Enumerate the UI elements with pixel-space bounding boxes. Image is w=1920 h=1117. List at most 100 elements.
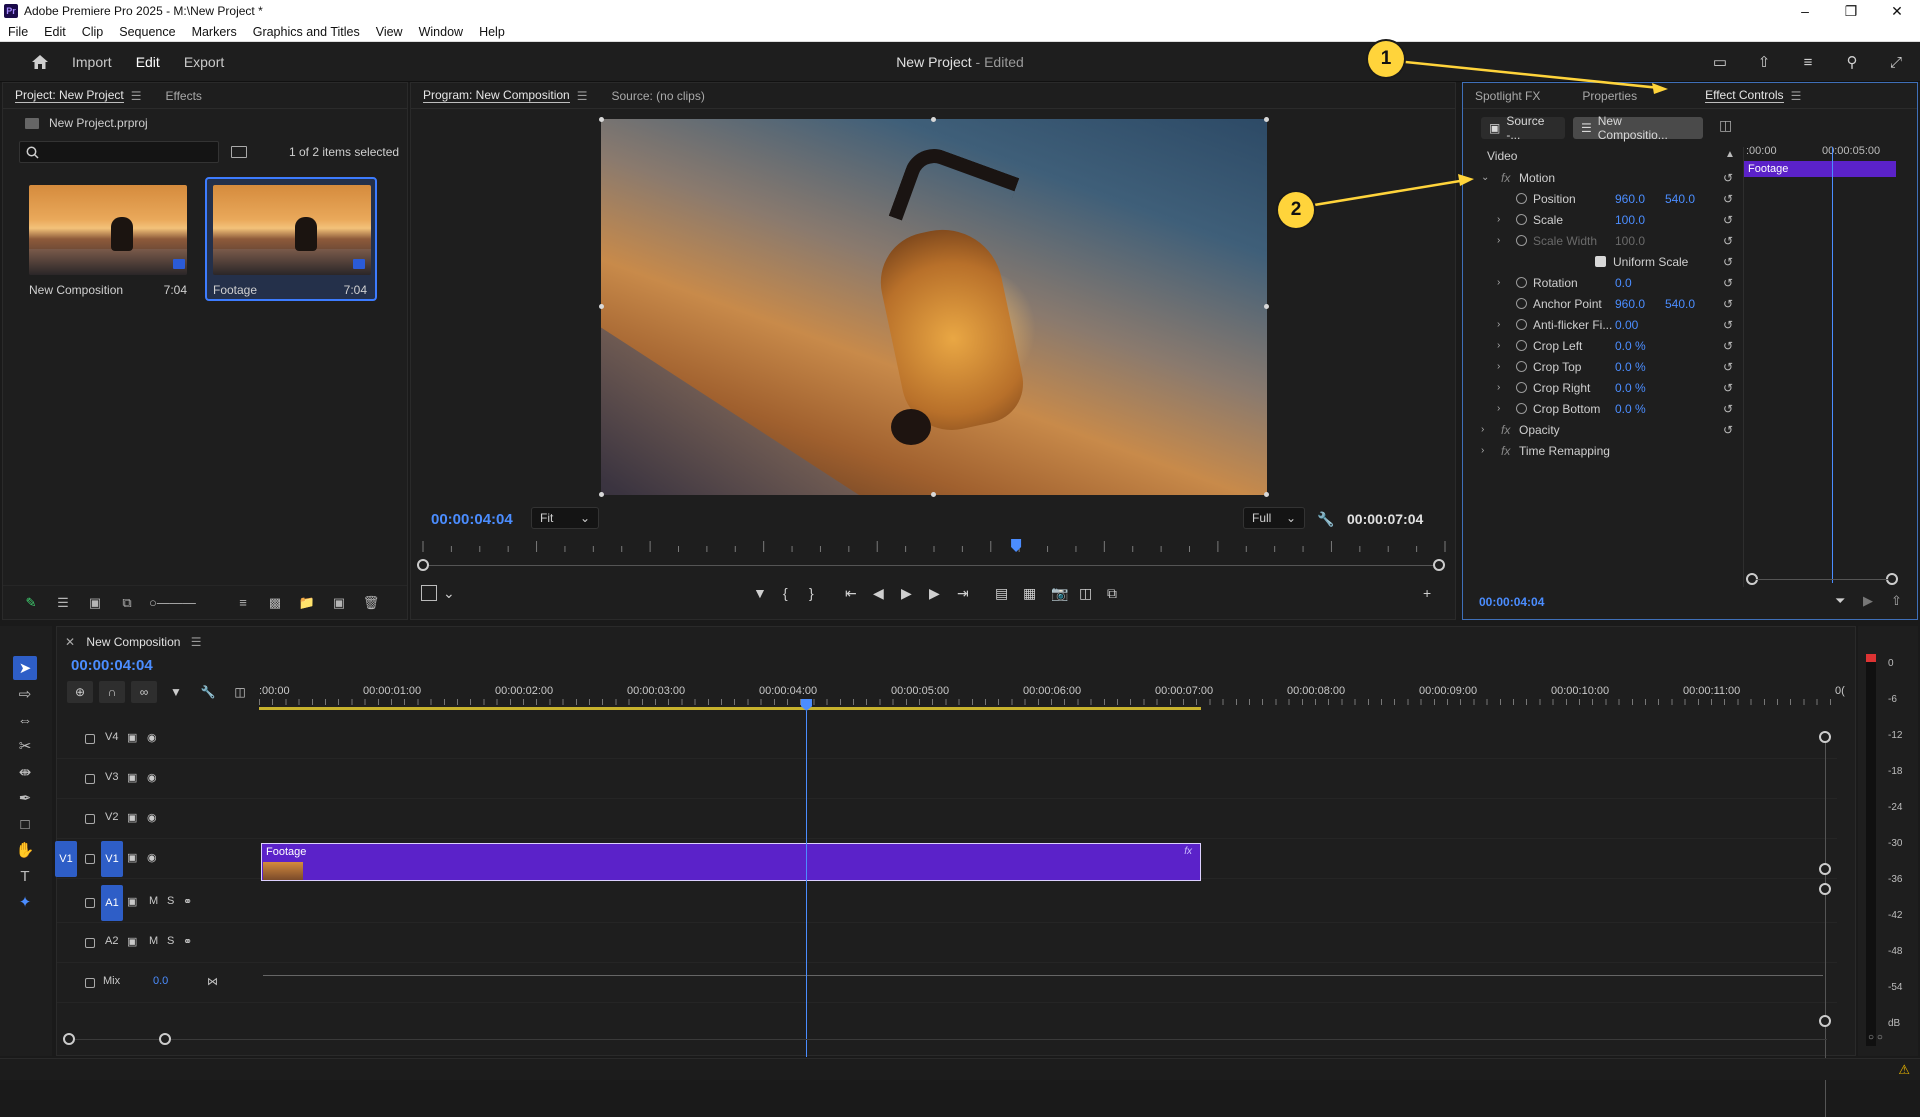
new-item-icon[interactable]: ▣ xyxy=(329,595,349,611)
property-value[interactable]: 100.0 xyxy=(1615,234,1645,248)
selection-tool-icon[interactable]: ➤ xyxy=(13,656,37,680)
sync-lock-icon[interactable]: ▣ xyxy=(127,811,137,824)
generative-extend-tool-icon[interactable]: ✦ xyxy=(13,890,37,914)
search-help-icon[interactable]: ⚲ xyxy=(1840,50,1864,74)
stopwatch-icon[interactable] xyxy=(1516,340,1527,351)
sequence-timecode[interactable]: 00:00:04:04 xyxy=(71,657,153,674)
restore-icon[interactable]: ❐ xyxy=(1828,0,1874,22)
mute-button[interactable]: M xyxy=(149,935,158,947)
razor-tool-icon[interactable]: ✂ xyxy=(13,734,37,758)
freeform-view-icon[interactable]: ⧉ xyxy=(117,595,137,611)
reset-icon[interactable]: ↺ xyxy=(1723,276,1733,290)
tab-effects[interactable]: Effects xyxy=(153,83,213,109)
sequence-tab[interactable]: ✕ New Composition ☰ xyxy=(65,635,202,649)
slip-tool-icon[interactable]: ⇼ xyxy=(13,760,37,784)
button-editor-plus-icon[interactable]: + xyxy=(1423,585,1431,601)
mini-playhead[interactable] xyxy=(1832,147,1833,583)
workspace-layout-icon[interactable]: ▭ xyxy=(1708,50,1732,74)
insert-icon[interactable]: ▤ xyxy=(995,585,1008,602)
stopwatch-icon[interactable] xyxy=(1516,361,1527,372)
sequence-chip[interactable]: ☰ New Compositio... xyxy=(1573,114,1703,142)
monitor-zoom-scrollbar[interactable] xyxy=(423,565,1445,566)
effect-property-row[interactable]: ⌄ fx Motion ↺ xyxy=(1481,167,1739,188)
property-value[interactable]: 0.0 % xyxy=(1615,339,1646,353)
lock-icon[interactable] xyxy=(85,774,95,784)
reset-icon[interactable]: ↺ xyxy=(1723,171,1733,185)
stopwatch-icon[interactable] xyxy=(1516,403,1527,414)
tab-effect-controls[interactable]: Effect Controls ☰ xyxy=(1693,83,1813,109)
panel-menu-icon[interactable]: ☰ xyxy=(131,89,142,103)
menu-help[interactable]: Help xyxy=(471,25,513,39)
go-to-in-icon[interactable]: ⇤ xyxy=(845,585,857,602)
add-marker-icon[interactable]: ▼ xyxy=(753,585,767,601)
horizontal-scrollbar[interactable] xyxy=(67,1039,1827,1040)
sort-icon[interactable]: ≡ xyxy=(233,595,253,610)
effect-property-row[interactable]: › Anti-flicker Fi... 0.00 ↺ xyxy=(1481,314,1739,335)
video-scroll-bottom[interactable] xyxy=(1819,863,1831,875)
solo-button[interactable]: S xyxy=(167,935,174,947)
audio-scroll-top[interactable] xyxy=(1819,883,1831,895)
overwrite-icon[interactable]: ▦ xyxy=(1023,585,1036,602)
panel-menu-icon[interactable]: ☰ xyxy=(191,635,202,649)
icon-view-icon[interactable]: ▣ xyxy=(85,595,105,611)
play-icon[interactable]: ▶ xyxy=(901,585,912,602)
export-frame-icon[interactable]: 📷 xyxy=(1051,585,1068,602)
lock-icon[interactable] xyxy=(85,854,95,864)
reset-icon[interactable]: ↺ xyxy=(1723,381,1733,395)
program-video-frame[interactable] xyxy=(601,119,1267,495)
tab-export[interactable]: Export xyxy=(172,42,236,82)
project-item-new-composition[interactable]: New Composition 7:04 xyxy=(23,179,195,303)
timeline-settings-wrench-icon[interactable]: 🔧 xyxy=(195,681,221,703)
chevron-right-icon[interactable]: › xyxy=(1481,424,1493,435)
monitor-time-ruler[interactable] xyxy=(421,539,1447,553)
property-value[interactable]: 0.0 % xyxy=(1615,381,1646,395)
timeline-playhead[interactable] xyxy=(806,711,807,1057)
effect-property-row[interactable]: Uniform Scale ↺ xyxy=(1481,251,1739,272)
quality-dropdown[interactable]: Full ⌄ xyxy=(1243,507,1305,529)
stopwatch-icon[interactable] xyxy=(1516,235,1527,246)
play-clip-audio-icon[interactable]: ▶ xyxy=(1863,593,1873,609)
sync-lock-icon[interactable]: ▣ xyxy=(127,935,137,948)
lock-icon[interactable] xyxy=(85,814,95,824)
mini-scrollbar[interactable] xyxy=(1756,579,1888,580)
step-back-icon[interactable]: ◀ xyxy=(873,585,884,602)
eye-icon[interactable]: ◉ xyxy=(147,851,157,864)
tab-import[interactable]: Import xyxy=(60,42,124,82)
close-icon[interactable]: ✕ xyxy=(1874,0,1920,22)
effect-property-row[interactable]: › fx Opacity ↺ xyxy=(1481,419,1739,440)
list-view-icon[interactable]: ☰ xyxy=(53,595,73,611)
reset-icon[interactable]: ↺ xyxy=(1723,297,1733,311)
linked-selection-icon[interactable]: ∞ xyxy=(131,681,157,703)
filter-icon[interactable]: ⏷ xyxy=(1835,593,1845,609)
transform-handle[interactable] xyxy=(599,492,604,497)
zoom-handle-left[interactable] xyxy=(63,1033,75,1045)
hand-tool-icon[interactable]: ✋ xyxy=(13,838,37,862)
panel-menu-icon[interactable]: ☰ xyxy=(1791,89,1802,103)
eye-icon[interactable]: ◉ xyxy=(147,771,157,784)
transform-handle[interactable] xyxy=(1264,117,1269,122)
property-value[interactable]: 960.0 xyxy=(1615,192,1645,206)
mark-out-icon[interactable]: } xyxy=(809,585,814,601)
reset-icon[interactable]: ↺ xyxy=(1723,192,1733,206)
fx-icon[interactable]: fx xyxy=(1501,171,1510,185)
property-value[interactable]: 960.0 xyxy=(1615,297,1645,311)
source-chip[interactable]: ▣ Source -... xyxy=(1481,114,1565,142)
sync-lock-icon[interactable]: ▣ xyxy=(127,731,137,744)
automate-to-sequence-icon[interactable]: ▩ xyxy=(265,595,285,611)
lock-icon[interactable] xyxy=(85,938,95,948)
stopwatch-icon[interactable] xyxy=(1516,193,1527,204)
sync-lock-icon[interactable]: ▣ xyxy=(127,851,137,864)
menu-sequence[interactable]: Sequence xyxy=(111,25,183,39)
project-item-footage[interactable]: Footage 7:04 xyxy=(205,177,377,301)
property-value[interactable]: 0.0 xyxy=(1615,276,1632,290)
step-forward-icon[interactable]: ▶ xyxy=(929,585,940,602)
captions-icon[interactable]: ◫ xyxy=(227,681,253,703)
chevron-right-icon[interactable]: › xyxy=(1497,403,1509,414)
property-value-y[interactable]: 540.0 xyxy=(1665,192,1695,206)
menu-file[interactable]: File xyxy=(0,25,36,39)
menu-markers[interactable]: Markers xyxy=(184,25,245,39)
pencil-icon[interactable]: ✎ xyxy=(21,595,41,611)
search-input[interactable] xyxy=(19,141,219,163)
wrench-icon[interactable]: 🔧 xyxy=(1317,511,1334,528)
transform-handle[interactable] xyxy=(931,492,936,497)
